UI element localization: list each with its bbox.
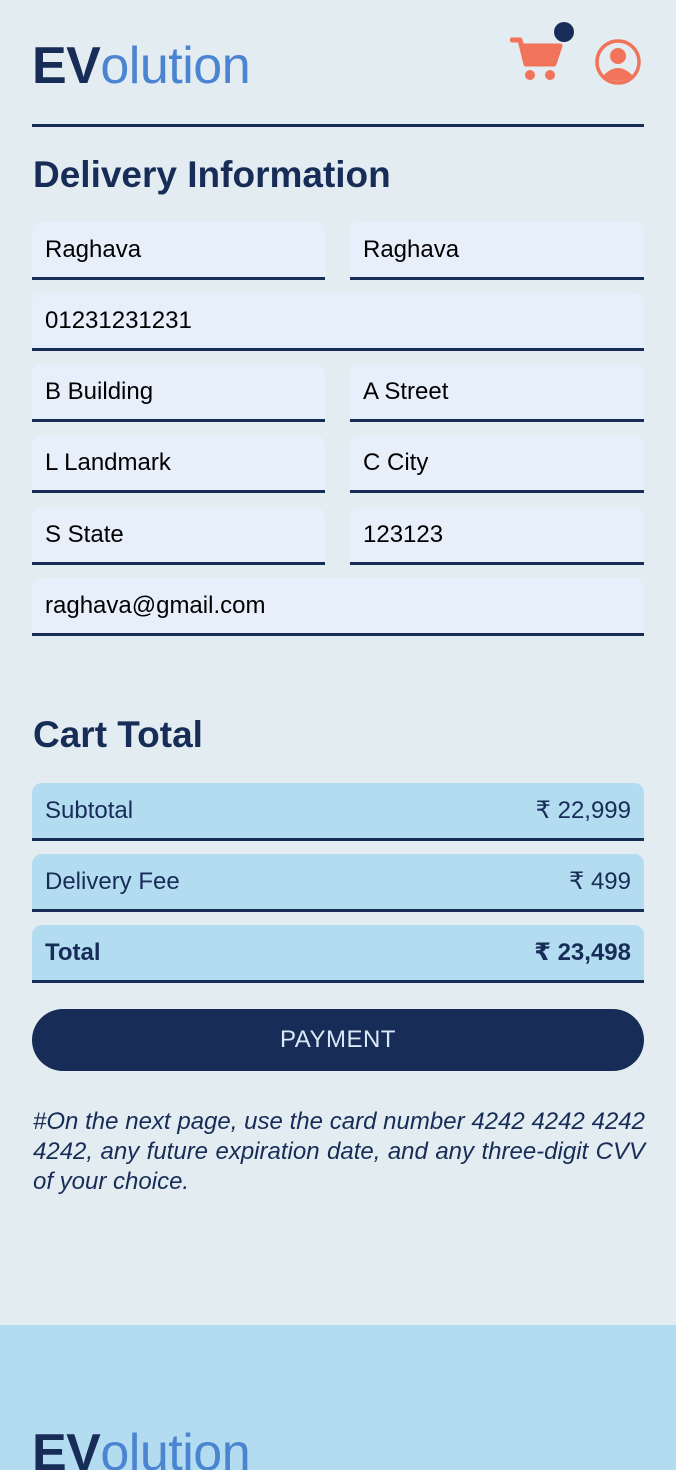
- cart-button[interactable]: [509, 34, 564, 84]
- footer: EVolution: [0, 1325, 676, 1470]
- email-input[interactable]: [32, 578, 644, 636]
- payment-note: #On the next page, use the card number 4…: [33, 1108, 645, 1195]
- subtotal-row: Subtotal ₹ 22,999: [32, 783, 644, 841]
- delivery-fee-value: ₹ 499: [569, 868, 631, 895]
- footer-logo-bold: EV: [32, 1424, 101, 1470]
- logo-bold: EV: [32, 37, 101, 95]
- street-input[interactable]: [350, 364, 644, 422]
- footer-logo[interactable]: EVolution: [32, 1424, 251, 1470]
- delivery-fee-label: Delivery Fee: [45, 867, 180, 895]
- cart-total-title: Cart Total: [33, 714, 203, 755]
- header: EVolution: [32, 22, 644, 100]
- first-name-input[interactable]: [32, 222, 325, 280]
- landmark-input[interactable]: [32, 435, 325, 493]
- city-input[interactable]: [350, 435, 644, 493]
- total-row: Total ₹ 23,498: [32, 925, 644, 983]
- cart-badge: [554, 22, 574, 42]
- profile-button[interactable]: [594, 38, 642, 86]
- total-value: ₹ 23,498: [534, 939, 631, 966]
- logo[interactable]: EVolution: [32, 37, 251, 95]
- logo-rest: olution: [100, 37, 251, 95]
- payment-button[interactable]: PAYMENT: [32, 1009, 644, 1071]
- subtotal-label: Subtotal: [45, 796, 134, 824]
- delivery-title: Delivery Information: [33, 154, 391, 195]
- checkout-page: EVolution Delivery Information Car: [0, 0, 676, 1470]
- subtotal-value: ₹ 22,999: [535, 797, 631, 824]
- pincode-input[interactable]: [350, 507, 644, 565]
- footer-logo-rest: olution: [100, 1424, 251, 1470]
- phone-input[interactable]: [32, 293, 644, 351]
- header-divider: [32, 124, 644, 127]
- user-circle-icon: [595, 39, 641, 85]
- delivery-fee-row: Delivery Fee ₹ 499: [32, 854, 644, 912]
- building-input[interactable]: [32, 364, 325, 422]
- shopping-cart-icon: [509, 37, 563, 80]
- last-name-input[interactable]: [350, 222, 644, 280]
- state-input[interactable]: [32, 507, 325, 565]
- total-label: Total: [45, 938, 101, 966]
